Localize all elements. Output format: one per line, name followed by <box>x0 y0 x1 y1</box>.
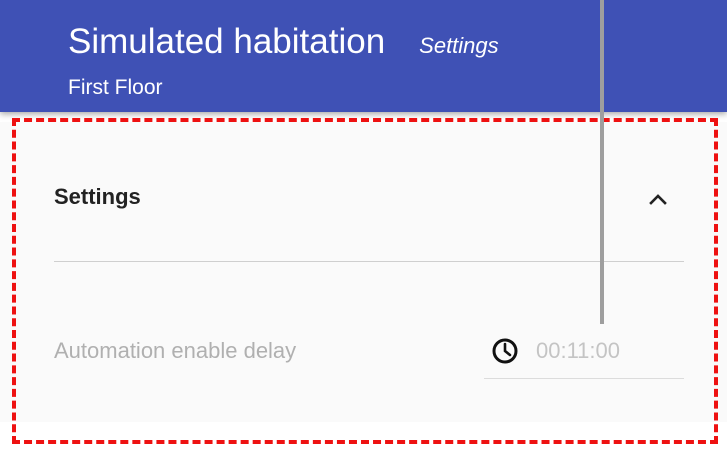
automation-delay-value: 00:11:00 <box>536 338 621 363</box>
page-title: Simulated habitation <box>68 22 386 61</box>
section-divider <box>54 261 684 262</box>
floor-label: First Floor <box>68 76 163 99</box>
app-header: Simulated habitation Settings First Floo… <box>0 0 727 112</box>
settings-section-title[interactable]: Settings <box>54 184 141 210</box>
chevron-up-icon[interactable] <box>646 188 670 212</box>
main-content <box>0 112 727 449</box>
automation-delay-time-input[interactable]: 00:11:00 <box>484 332 684 379</box>
automation-delay-label: Automation enable delay <box>54 338 297 363</box>
clock-icon <box>490 336 520 366</box>
page-subtitle: Settings <box>419 33 499 58</box>
header-title-row: Simulated habitation Settings <box>68 22 499 62</box>
vertical-guide-line <box>600 0 604 324</box>
